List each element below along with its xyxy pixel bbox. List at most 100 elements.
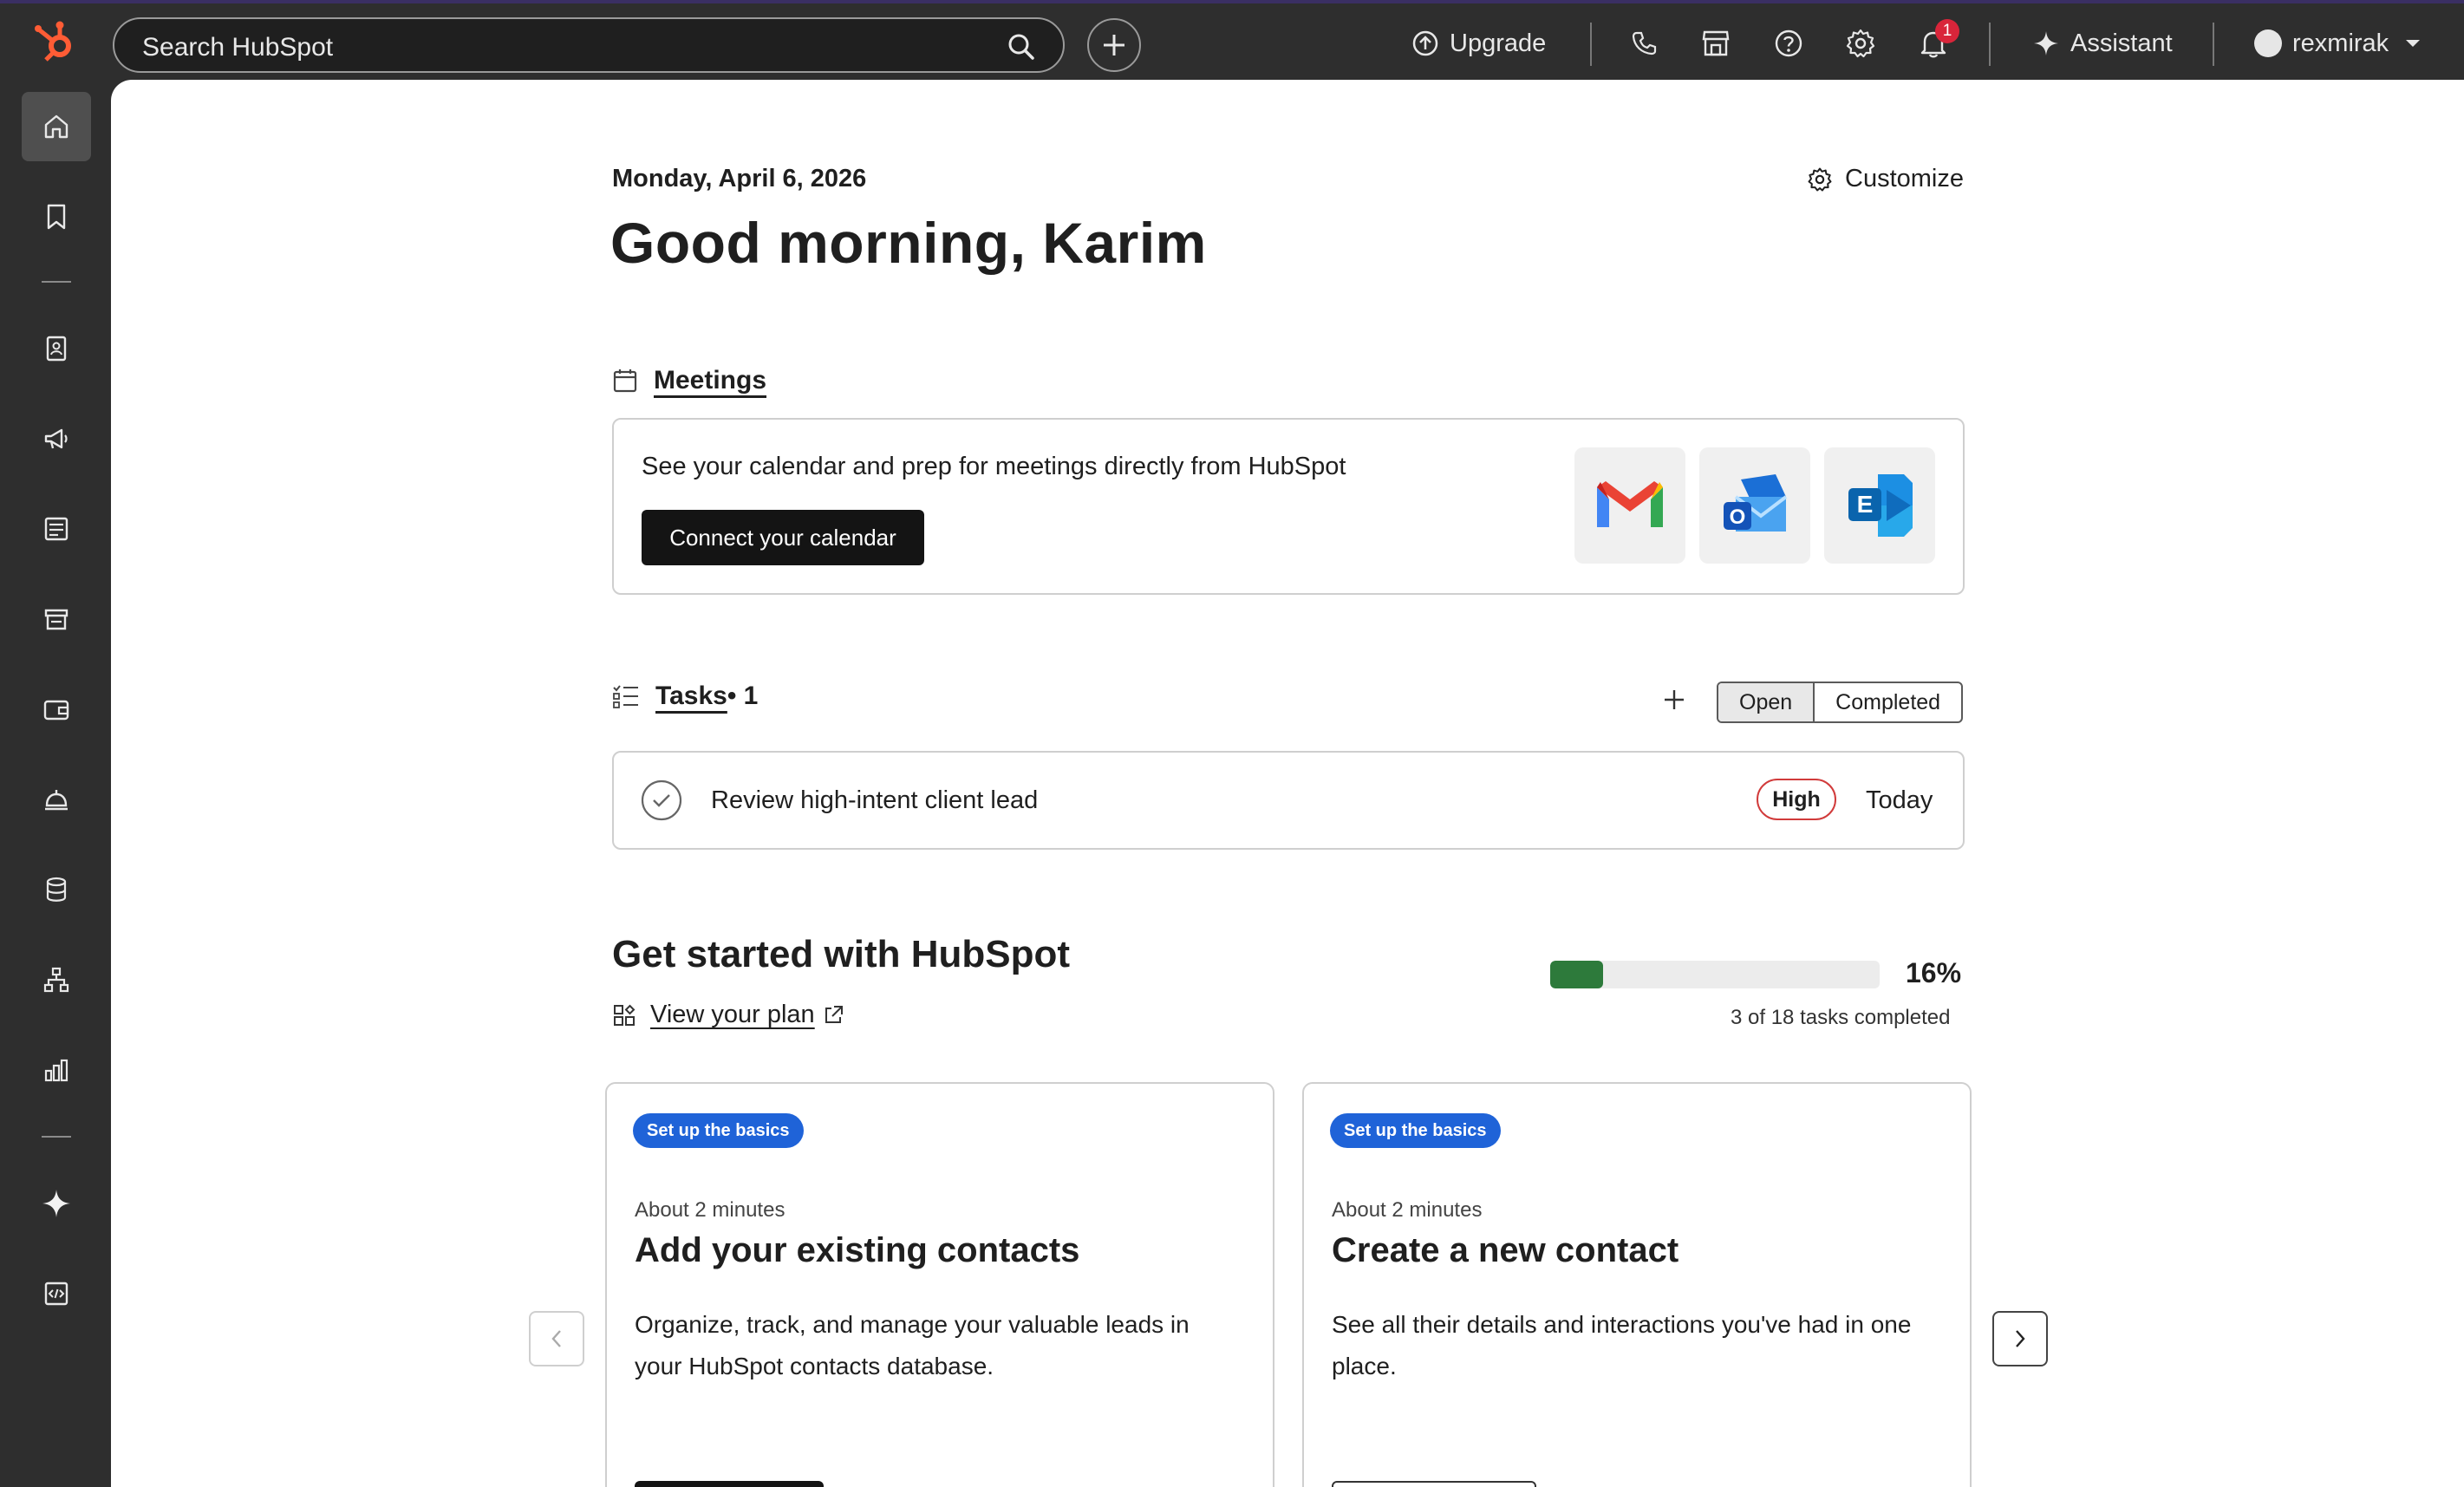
notification-badge: 1 [1935, 19, 1959, 43]
ai-sparkle-icon [42, 1190, 70, 1217]
assistant-button[interactable]: Assistant [2032, 23, 2173, 64]
plus-icon [1104, 35, 1124, 55]
marketplace-icon [1702, 30, 1730, 56]
marketing-icon [44, 428, 68, 449]
carousel-next-button[interactable] [1992, 1311, 2048, 1366]
task-complete-checkbox[interactable] [640, 779, 683, 826]
customize-label: Customize [1845, 165, 1964, 192]
current-date: Monday, April 6, 2026 [612, 165, 867, 192]
calendar-icon [613, 369, 637, 393]
checklist-icon [613, 685, 638, 708]
sparkle-icon [2034, 31, 2058, 55]
meetings-title-link[interactable]: Meetings [654, 366, 766, 395]
main-content: Monday, April 6, 2026 Good morning, Kari… [111, 80, 2464, 1487]
bar-chart-icon [44, 1059, 68, 1082]
svg-text:E: E [1857, 491, 1874, 518]
get-started-title: Get started with HubSpot [612, 933, 1070, 975]
sidebar-item-commerce[interactable] [22, 584, 91, 654]
add-task-button[interactable] [1659, 685, 1689, 719]
card-duration: About 2 minutes [1332, 1198, 1483, 1222]
svg-text:O: O [1730, 505, 1746, 529]
chevron-right-icon [2016, 1330, 2025, 1347]
divider [1989, 23, 1991, 66]
card-action-button[interactable] [635, 1481, 824, 1487]
onboarding-progress-bar [1550, 961, 1880, 988]
phone-icon [1632, 31, 1657, 55]
customize-button[interactable]: Customize [1807, 165, 1964, 193]
tasks-title-link[interactable]: Tasks [655, 682, 727, 711]
upgrade-icon [1412, 30, 1438, 56]
tab-open[interactable]: Open [1718, 683, 1815, 721]
sidebar-item-home[interactable] [22, 92, 91, 161]
meetings-header: Meetings [612, 366, 766, 395]
content-icon [44, 517, 68, 541]
check-circle-icon [641, 779, 682, 821]
help-button[interactable] [1774, 23, 1803, 64]
upgrade-button[interactable]: Upgrade [1411, 23, 1546, 64]
divider [2213, 23, 2214, 66]
avatar [2254, 29, 2282, 57]
progress-percent: 16% [1906, 957, 1962, 988]
progress-summary: 3 of 18 tasks completed [1731, 1006, 1951, 1029]
divider [1590, 23, 1592, 66]
bookmark-icon [47, 204, 66, 230]
task-title[interactable]: Review high-intent client lead [711, 786, 1038, 815]
calling-button[interactable] [1630, 23, 1658, 64]
outlook-tile[interactable]: O [1699, 447, 1810, 564]
sidebar-divider [42, 281, 71, 283]
tasks-count: • 1 [727, 682, 759, 710]
tab-completed[interactable]: Completed [1815, 683, 1961, 721]
gear-icon [1846, 29, 1875, 58]
sidebar-item-automation[interactable] [22, 945, 91, 1014]
gmail-tile[interactable] [1574, 447, 1685, 564]
card-title: Create a new contact [1332, 1231, 1679, 1269]
page-title: Good morning, Karim [610, 211, 1207, 275]
priority-badge: High [1757, 779, 1836, 820]
carousel-prev-button[interactable] [529, 1311, 584, 1366]
sidebar-item-reporting[interactable] [22, 1035, 91, 1105]
assistant-label: Assistant [2070, 29, 2173, 57]
card-duration: About 2 minutes [635, 1198, 785, 1222]
sidebar-item-marketing[interactable] [22, 404, 91, 473]
card-description: Organize, track, and manage your valuabl… [635, 1311, 1190, 1379]
view-plan-link[interactable]: View your plan [612, 1001, 844, 1029]
sidebar-item-payments[interactable] [22, 675, 91, 744]
search-icon[interactable] [1006, 31, 1037, 62]
plus-icon [1665, 690, 1684, 709]
meetings-description: See your calendar and prep for meetings … [642, 453, 1346, 480]
database-icon [46, 877, 67, 902]
create-new-button[interactable] [1087, 18, 1141, 72]
gmail-icon [1597, 481, 1663, 527]
sidebar-item-bookmarks[interactable] [22, 182, 91, 251]
account-name: rexmirak [2292, 29, 2389, 57]
code-icon [44, 1282, 68, 1306]
sidebar-item-content[interactable] [22, 494, 91, 564]
settings-button[interactable] [1845, 23, 1876, 64]
hubspot-logo-icon[interactable] [31, 17, 80, 66]
progress-fill [1550, 961, 1603, 988]
left-sidebar [0, 80, 111, 1487]
search-input[interactable]: Search HubSpot [113, 17, 1065, 73]
commerce-icon [44, 609, 68, 630]
chevron-left-icon [551, 1330, 561, 1347]
sidebar-item-development[interactable] [22, 1259, 91, 1328]
contacts-icon [46, 336, 67, 362]
sidebar-item-crm[interactable] [22, 314, 91, 383]
sidebar-item-service[interactable] [22, 765, 91, 834]
account-menu[interactable]: rexmirak [2254, 23, 2422, 64]
wallet-icon [43, 700, 69, 721]
exchange-tile[interactable]: E [1824, 447, 1935, 564]
onboarding-card[interactable]: Set up the basics About 2 minutes Add yo… [605, 1082, 1274, 1487]
tasks-header: Tasks • 1 [612, 682, 758, 711]
card-action-button[interactable] [1332, 1481, 1536, 1487]
plan-grid-icon [614, 1004, 636, 1026]
connect-calendar-button[interactable]: Connect your calendar [642, 510, 924, 565]
search-placeholder: Search HubSpot [142, 33, 334, 62]
home-icon [44, 114, 68, 139]
marketplace-button[interactable] [1701, 23, 1731, 64]
sidebar-item-data[interactable] [22, 855, 91, 924]
onboarding-card[interactable]: Set up the basics About 2 minutes Create… [1302, 1082, 1972, 1487]
sidebar-divider [42, 1136, 71, 1138]
sidebar-item-breeze[interactable] [22, 1169, 91, 1238]
task-due-date: Today [1866, 786, 1933, 814]
